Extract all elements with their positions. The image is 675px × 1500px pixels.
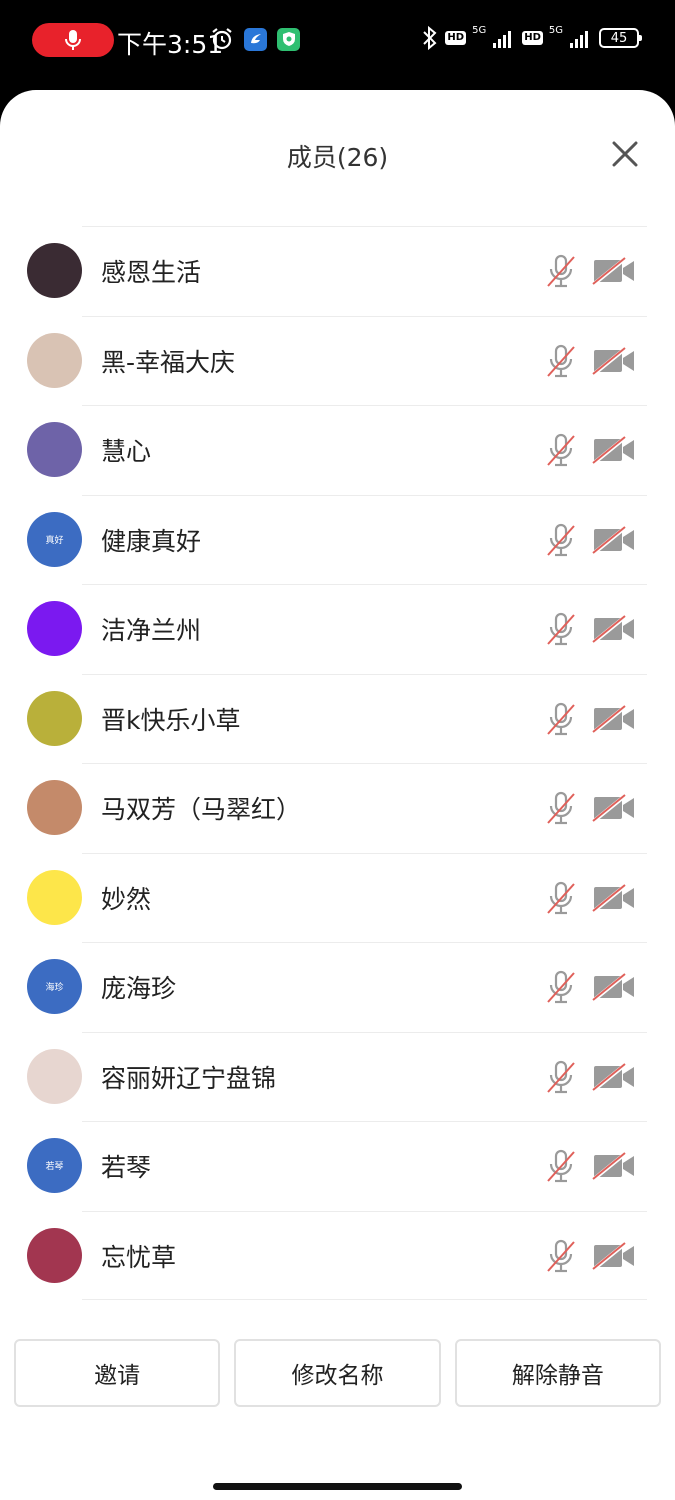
mic-muted-icon[interactable] xyxy=(544,1148,578,1184)
member-name: 感恩生活 xyxy=(101,258,202,287)
member-row[interactable]: 容丽妍辽宁盘锦 xyxy=(0,1031,675,1122)
sheet-title: 成员(26) xyxy=(286,143,389,172)
rename-button[interactable]: 修改名称 xyxy=(234,1339,441,1407)
member-name: 马双芳（马翠红） xyxy=(101,795,302,824)
avatar: 海珍 xyxy=(27,959,82,1014)
mic-muted-icon[interactable] xyxy=(544,343,578,379)
avatar xyxy=(27,869,82,925)
member-row[interactable]: 马双芳（马翠红） xyxy=(0,763,675,853)
close-icon xyxy=(612,141,638,167)
member-name: 庞海珍 xyxy=(101,974,177,1003)
camera-off-icon[interactable] xyxy=(592,1061,636,1092)
member-name: 忘忧草 xyxy=(101,1242,177,1272)
avatar xyxy=(27,422,82,477)
member-row[interactable]: 晋k快乐小草 xyxy=(0,673,675,764)
mic-muted-icon[interactable] xyxy=(544,701,578,737)
member-row[interactable]: 海珍 庞海珍 xyxy=(0,942,675,1032)
camera-off-icon[interactable] xyxy=(592,256,636,286)
status-bar: 下午3:51 HD 5G HD 5G 45 xyxy=(0,0,675,84)
camera-off-icon[interactable] xyxy=(592,972,636,1002)
camera-off-icon[interactable] xyxy=(592,1151,636,1181)
signal-icon xyxy=(493,31,512,48)
app-notification-icon xyxy=(244,27,267,51)
status-icons-left xyxy=(210,27,300,51)
avatar-initials: 若琴 xyxy=(45,1162,64,1172)
hd-badge: HD xyxy=(522,31,543,45)
avatar xyxy=(27,601,82,656)
member-list: 感恩生活黑-幸福大庆 慧心真好 健康真好洁净兰州晋k快乐小草马双芳（马翠红） 妙然海珍… xyxy=(0,226,675,1300)
member-name: 若琴 xyxy=(101,1153,152,1182)
unmute-button[interactable]: 解除静音 xyxy=(454,1339,661,1407)
member-row[interactable]: 妙然 xyxy=(0,852,675,943)
battery-indicator: 45 xyxy=(599,28,642,48)
member-row[interactable]: 洁净兰州 xyxy=(0,584,675,674)
member-name: 健康真好 xyxy=(101,526,202,556)
alarm-icon xyxy=(212,28,232,50)
battery-level: 45 xyxy=(610,30,628,46)
mic-muted-icon[interactable] xyxy=(544,880,578,916)
mic-muted-icon[interactable] xyxy=(544,522,578,558)
shield-icon xyxy=(277,27,300,51)
mic-muted-icon[interactable] xyxy=(544,253,578,289)
member-row[interactable]: 慧心 xyxy=(0,405,675,495)
status-icons-right: HD 5G HD 5G 45 xyxy=(421,25,642,51)
mic-muted-icon[interactable] xyxy=(544,1059,578,1095)
close-button[interactable] xyxy=(609,138,641,170)
member-row[interactable]: 真好 健康真好 xyxy=(0,494,675,585)
action-bar: 邀请 修改名称 解除静音 xyxy=(14,1339,661,1407)
camera-off-icon[interactable] xyxy=(592,524,636,555)
avatar xyxy=(27,780,82,835)
mic-muted-icon[interactable] xyxy=(544,432,578,468)
avatar xyxy=(27,243,82,298)
avatar-initials: 海珍 xyxy=(45,983,64,993)
camera-off-icon[interactable] xyxy=(592,1240,636,1271)
avatar: 真好 xyxy=(27,511,82,567)
member-name: 妙然 xyxy=(101,884,152,914)
camera-off-icon[interactable] xyxy=(592,435,636,465)
avatar-initials: 真好 xyxy=(45,535,64,546)
status-time: 下午3:51 xyxy=(117,30,224,59)
camera-off-icon[interactable] xyxy=(592,614,636,644)
camera-off-icon[interactable] xyxy=(592,793,636,823)
avatar xyxy=(27,1227,82,1283)
avatar xyxy=(27,332,82,388)
member-name: 洁净兰州 xyxy=(101,616,202,645)
camera-off-icon[interactable] xyxy=(592,345,636,376)
signal-icon xyxy=(570,31,588,48)
microphone-icon xyxy=(65,30,81,50)
camera-off-icon[interactable] xyxy=(592,882,636,913)
member-row[interactable]: 黑-幸福大庆 xyxy=(0,315,675,406)
invite-button[interactable]: 邀请 xyxy=(14,1339,221,1407)
member-name: 晋k快乐小草 xyxy=(101,705,241,735)
mic-muted-icon[interactable] xyxy=(544,611,578,647)
member-name: 容丽妍辽宁盘锦 xyxy=(101,1063,277,1093)
avatar xyxy=(27,690,82,746)
member-name: 慧心 xyxy=(101,437,152,466)
network-type: 5G xyxy=(548,25,563,36)
member-name: 黑-幸福大庆 xyxy=(101,347,236,377)
members-sheet: 成员(26) 感恩生活黑-幸福大庆 慧心真好 健康真好洁净兰州晋k快乐小草马双芳（马… xyxy=(0,90,675,1500)
avatar xyxy=(27,1048,82,1104)
network-type: 5G xyxy=(472,25,487,36)
hd-badge: HD xyxy=(445,31,467,45)
member-row[interactable]: 感恩生活 xyxy=(0,226,675,316)
member-row[interactable]: 忘忧草 xyxy=(0,1210,675,1301)
bluetooth-icon xyxy=(423,25,437,51)
mic-muted-icon[interactable] xyxy=(544,969,578,1005)
avatar: 若琴 xyxy=(27,1138,82,1193)
camera-off-icon[interactable] xyxy=(592,703,636,734)
mic-muted-icon[interactable] xyxy=(544,1238,578,1274)
home-indicator[interactable] xyxy=(213,1483,462,1490)
recording-indicator[interactable] xyxy=(32,23,114,57)
mic-muted-icon[interactable] xyxy=(544,790,578,826)
member-row[interactable]: 若琴 若琴 xyxy=(0,1121,675,1211)
